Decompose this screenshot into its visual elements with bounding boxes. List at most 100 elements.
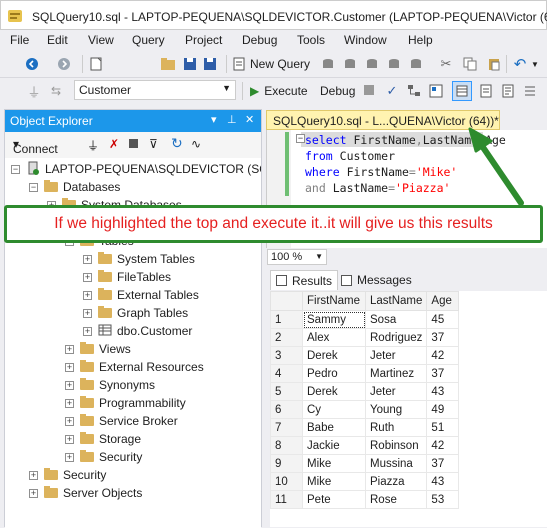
row-number[interactable]: 11 (270, 490, 303, 509)
row-number[interactable]: 6 (270, 400, 303, 419)
table-cell[interactable]: 37 (426, 328, 460, 347)
undo-dropdown-icon[interactable]: ▼ (530, 56, 540, 72)
dmx-query-icon[interactable] (364, 56, 380, 72)
mdx-query-icon[interactable] (342, 56, 358, 72)
table-cell[interactable]: Piazza (364, 472, 428, 491)
filter-icon[interactable]: ⊽ (149, 137, 158, 151)
tree-node[interactable]: + Storage (65, 430, 141, 448)
table-cell[interactable]: 49 (426, 400, 460, 419)
xmla-query-icon[interactable] (386, 56, 402, 72)
table-cell[interactable]: Rose (364, 490, 428, 509)
tree-node[interactable]: + External Resources (65, 358, 204, 376)
table-cell[interactable]: Mike (302, 472, 366, 491)
table-cell[interactable]: Jeter (364, 346, 428, 365)
expand-icon[interactable]: + (65, 380, 74, 390)
menu-item-file[interactable]: File (10, 33, 29, 47)
table-row[interactable]: 7 Babe Ruth 51 (270, 418, 460, 437)
table-cell[interactable]: Cy (302, 400, 366, 419)
table-cell[interactable]: Derek (302, 382, 366, 401)
row-number[interactable]: 4 (270, 364, 303, 383)
table-cell[interactable]: 45 (426, 310, 460, 329)
dax-query-icon[interactable] (408, 56, 424, 72)
tree-node[interactable]: + Views (65, 340, 131, 358)
expand-icon[interactable]: + (65, 452, 74, 462)
column-header[interactable]: LastName (364, 291, 428, 311)
table-row[interactable]: 5 Derek Jeter 43 (270, 382, 460, 401)
table-row[interactable]: 4 Pedro Martinez 37 (270, 364, 460, 383)
change-connection-icon[interactable]: ⇆ (48, 82, 64, 100)
expand-icon[interactable]: + (83, 254, 92, 264)
menu-item-debug[interactable]: Debug (242, 33, 277, 47)
collapse-icon[interactable]: − (29, 182, 38, 192)
table-cell[interactable]: Pete (302, 490, 366, 509)
save-all-icon[interactable] (202, 56, 218, 72)
table-cell[interactable]: Sammy (302, 310, 366, 329)
menu-item-query[interactable]: Query (132, 33, 165, 47)
tree-node[interactable]: + Programmability (65, 394, 186, 412)
expand-icon[interactable]: + (65, 416, 74, 426)
table-row[interactable]: 8 Jackie Robinson 42 (270, 436, 460, 455)
tab-query-editor[interactable]: SQLQuery10.sql - L...QUENA\Victor (64))* (266, 110, 500, 130)
table-cell[interactable]: Jeter (364, 382, 428, 401)
table-row[interactable]: 6 Cy Young 49 (270, 400, 460, 419)
table-cell[interactable]: 42 (426, 436, 460, 455)
table-cell[interactable]: 37 (426, 364, 460, 383)
debug-button[interactable]: Debug (320, 81, 355, 101)
expand-icon[interactable]: + (83, 326, 92, 336)
table-row[interactable]: 2 Alex Rodriguez 37 (270, 328, 460, 347)
menu-item-window[interactable]: Window (344, 33, 387, 47)
tree-node[interactable]: + Graph Tables (83, 304, 188, 322)
database-select[interactable]: Customer ▼ (74, 80, 236, 100)
disconnect-icon[interactable]: ✗ (109, 137, 119, 151)
results-to-text-icon[interactable] (500, 82, 516, 100)
menu-item-edit[interactable]: Edit (47, 33, 68, 47)
table-cell[interactable]: 53 (426, 490, 460, 509)
open-file-icon[interactable] (160, 56, 176, 72)
forward-icon[interactable] (56, 56, 72, 72)
collapse-icon[interactable]: − (296, 134, 305, 143)
db-query-icon[interactable] (320, 56, 336, 72)
expand-icon[interactable]: + (65, 434, 74, 444)
table-row[interactable]: 11 Pete Rose 53 (270, 490, 460, 509)
comment-icon[interactable] (522, 82, 538, 100)
results-to-grid-icon[interactable] (452, 81, 472, 101)
table-cell[interactable]: Babe (302, 418, 366, 437)
expand-icon[interactable]: + (29, 488, 38, 498)
expand-icon[interactable]: + (83, 290, 92, 300)
column-header[interactable]: FirstName (302, 291, 366, 311)
table-row[interactable]: 9 Mike Mussina 37 (270, 454, 460, 473)
back-icon[interactable] (24, 56, 40, 72)
row-number[interactable]: 7 (270, 418, 303, 437)
refresh-icon[interactable]: ↻ (171, 135, 183, 152)
connect-plug-icon[interactable]: ⏚ (26, 82, 42, 100)
table-cell[interactable]: Derek (302, 346, 366, 365)
table-cell[interactable]: Alex (302, 328, 366, 347)
table-cell[interactable]: Sosa (364, 310, 428, 329)
table-cell[interactable]: Jackie (302, 436, 366, 455)
tree-node[interactable]: + Server Objects (29, 484, 142, 502)
table-cell[interactable]: Robinson (364, 436, 428, 455)
menu-item-tools[interactable]: Tools (297, 33, 325, 47)
row-number[interactable]: 1 (270, 310, 303, 329)
stop-icon[interactable] (362, 83, 376, 97)
expand-icon[interactable]: + (65, 344, 74, 354)
tree-node[interactable]: + dbo.Customer (83, 322, 192, 340)
cut-icon[interactable]: ✂ (438, 56, 454, 72)
table-cell[interactable]: Mike (302, 454, 366, 473)
table-row[interactable]: 1 Sammy Sosa 45 (270, 310, 460, 329)
copy-icon[interactable] (462, 56, 478, 72)
table-cell[interactable]: Ruth (364, 418, 428, 437)
row-number[interactable]: 8 (270, 436, 303, 455)
expand-icon[interactable]: + (65, 398, 74, 408)
menu-item-project[interactable]: Project (185, 33, 222, 47)
display-plan-icon[interactable] (406, 82, 422, 100)
table-cell[interactable]: Pedro (302, 364, 366, 383)
collapse-icon[interactable]: − (11, 164, 20, 174)
pin-icon[interactable]: ⊥ (227, 113, 237, 126)
query-options-icon[interactable] (428, 82, 444, 100)
table-row[interactable]: 3 Derek Jeter 42 (270, 346, 460, 365)
table-cell[interactable]: 42 (426, 346, 460, 365)
save-icon[interactable] (182, 56, 198, 72)
tree-node[interactable]: + Security (29, 466, 106, 484)
new-item-icon[interactable] (88, 56, 104, 72)
